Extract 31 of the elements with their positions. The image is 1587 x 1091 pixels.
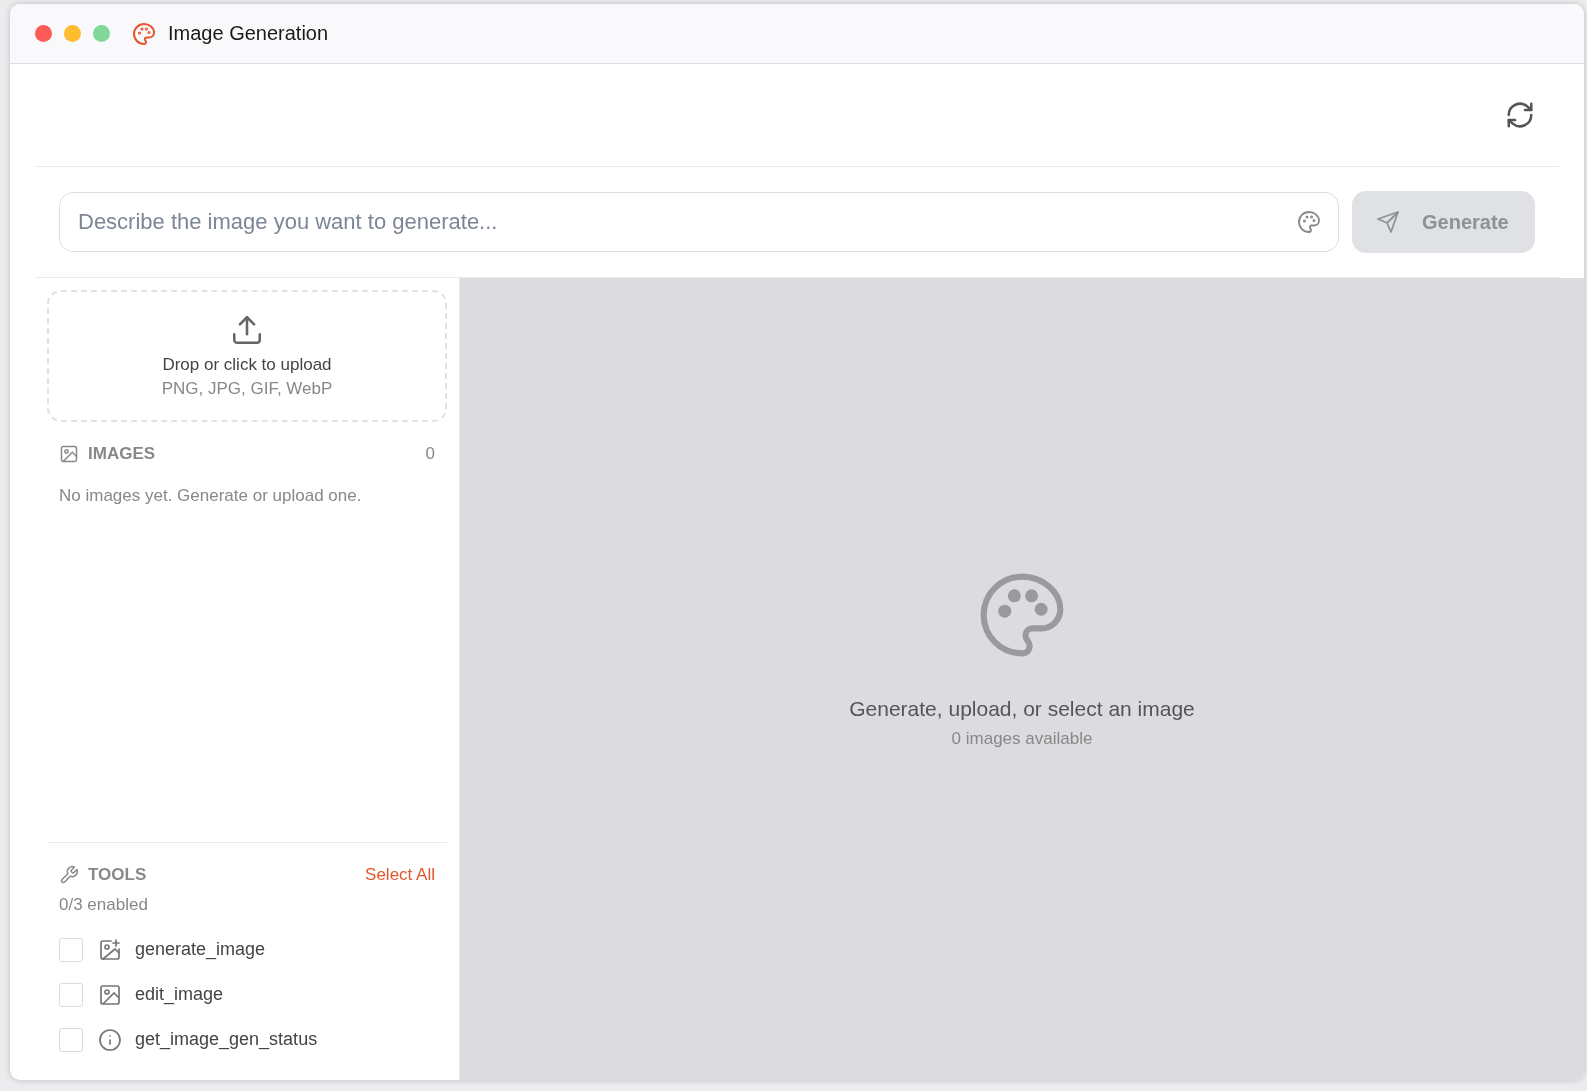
tool-checkbox[interactable] [59,1027,83,1052]
upload-formats: PNG, JPG, GIF, WebP [161,379,333,399]
tools-heading: TOOLS [88,865,148,885]
select-all-link[interactable]: Select All [365,865,435,885]
maximize-button[interactable] [93,25,110,42]
image-icon [98,982,122,1007]
image-icon [59,444,79,464]
image-plus-icon [98,937,122,962]
upload-dropzone[interactable]: Drop or click to upload PNG, JPG, GIF, WebP [47,290,447,422]
images-count: 0 [425,444,435,464]
window-title: Image Generation [168,22,329,45]
preview-title: Generate, upload, or select an image [849,697,1195,721]
palette-icon[interactable] [1297,210,1321,234]
palette-icon [132,21,156,46]
tool-checkbox[interactable] [59,982,83,1007]
tool-name: get_image_gen_status [135,1029,318,1050]
close-button[interactable] [35,25,52,42]
refresh-icon[interactable] [1505,100,1535,130]
info-icon [98,1027,122,1052]
tool-name: generate_image [135,939,266,960]
tools-summary: 0/3 enabled [58,895,149,915]
minimize-button[interactable] [64,25,81,42]
wrench-icon [59,865,79,885]
upload-label: Drop or click to upload [162,355,332,375]
preview-subtitle: 0 images available [951,729,1093,749]
upload-icon [230,313,264,347]
tool-checkbox[interactable] [59,937,83,962]
send-icon [1376,210,1400,234]
empty-message: No images yet. Generate or upload one. [58,486,363,506]
images-heading: IMAGES [88,444,157,464]
tool-name: edit_image [135,984,224,1005]
